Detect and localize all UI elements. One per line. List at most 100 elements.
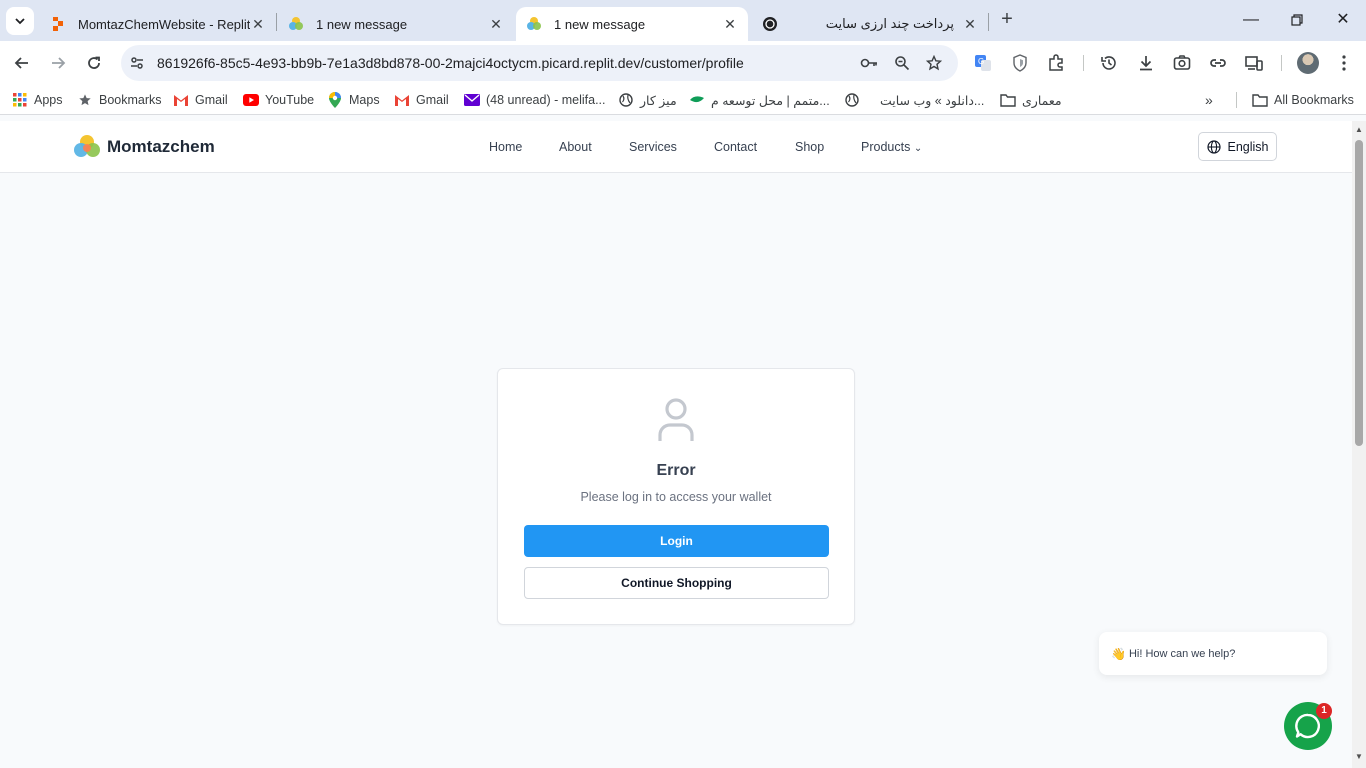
browser-toolbar: 861926f6-85c5-4e93-bb9b-7e1a3d8bd878-00-…: [0, 41, 1366, 85]
reload-button[interactable]: [81, 50, 107, 76]
nav-products-label: Products: [861, 140, 911, 154]
browser-tabstrip: MomtazChemWebsite - Replit ✕ 1 new messa…: [0, 0, 1366, 41]
chevron-down-icon: ⌄: [913, 143, 923, 154]
maps-pin-icon: [327, 92, 343, 108]
forward-button[interactable]: [45, 50, 71, 76]
new-tab-button[interactable]: +: [996, 9, 1018, 31]
svg-text:G: G: [978, 57, 984, 66]
all-bookmarks[interactable]: All Bookmarks: [1252, 91, 1354, 109]
bookmark-desk[interactable]: میز کار: [618, 91, 677, 109]
menu-icon[interactable]: [1334, 53, 1354, 73]
arrow-left-icon: [14, 57, 28, 69]
bookmark-maps[interactable]: Maps: [327, 91, 380, 109]
bookmark-gmail[interactable]: Gmail: [173, 91, 228, 109]
brand-name: Momtazchem: [107, 137, 215, 156]
tab-search-button[interactable]: [6, 7, 34, 35]
nav-services[interactable]: Services: [629, 140, 677, 154]
history-icon[interactable]: [1099, 53, 1119, 73]
tab-divider: [276, 13, 277, 31]
folder-icon: [1252, 92, 1268, 108]
bookmark-label: (48 unread) - melifa...: [486, 93, 606, 107]
bookmark-label: Gmail: [416, 93, 449, 107]
link-icon[interactable]: [1208, 53, 1228, 73]
restore-button[interactable]: [1285, 8, 1309, 32]
tab-message-1[interactable]: 1 new message ✕: [278, 7, 514, 41]
bookmark-label: Gmail: [195, 93, 228, 107]
momtazchem-favicon: [289, 17, 303, 30]
bookmark-folder-architecture[interactable]: معماری: [1000, 91, 1062, 109]
bookmark-download[interactable]: دانلود » وب سایت...: [844, 91, 984, 109]
bookmark-bookmarks[interactable]: Bookmarks: [77, 91, 162, 109]
globe-icon: [618, 92, 634, 108]
zoom-icon[interactable]: [892, 53, 912, 73]
bookmark-label: YouTube: [265, 93, 315, 107]
site-logo[interactable]: Momtazchem: [74, 134, 215, 160]
tab-title: 1 new message: [316, 16, 408, 32]
url-text[interactable]: 861926f6-85c5-4e93-bb9b-7e1a3d8bd878-00-…: [157, 55, 744, 71]
close-icon[interactable]: ✕: [962, 16, 978, 33]
tab-title: پرداخت چند ارزی سایت: [825, 16, 954, 31]
nav-contact[interactable]: Contact: [714, 140, 757, 154]
nav-products[interactable]: Products ⌄: [861, 140, 922, 154]
back-button[interactable]: [9, 50, 35, 76]
user-icon: [658, 398, 694, 441]
restore-icon: [1291, 14, 1303, 26]
scroll-thumb[interactable]: [1355, 140, 1363, 446]
key-icon[interactable]: [859, 53, 879, 73]
language-selector[interactable]: English: [1198, 132, 1277, 161]
close-window-button[interactable]: ✕: [1331, 8, 1355, 32]
tab-title: MomtazChemWebsite - Replit: [78, 16, 250, 32]
chat-greeting-text: Hi! How can we help?: [1128, 647, 1236, 660]
more-bookmarks-button[interactable]: »: [1205, 91, 1213, 109]
folder-icon: [1000, 92, 1016, 108]
bookmarks-bar: Apps Bookmarks Gmail YouTube Maps Gmail: [0, 85, 1366, 115]
page-scrollbar[interactable]: ▲ ▼: [1352, 121, 1366, 768]
close-icon[interactable]: ✕: [722, 16, 738, 33]
translate-icon[interactable]: G: [973, 53, 993, 73]
toolbar-divider: [1083, 55, 1084, 71]
download-icon[interactable]: [1136, 53, 1156, 73]
tab-title: 1 new message: [554, 16, 646, 32]
scroll-down-arrow-icon[interactable]: ▼: [1355, 752, 1363, 761]
momtazchem-favicon: [527, 17, 541, 30]
toolbar-divider: [1281, 55, 1282, 71]
waving-hand-icon: 👋: [1111, 646, 1126, 661]
profile-avatar[interactable]: [1297, 52, 1319, 74]
youtube-icon: [243, 92, 259, 108]
nav-shop[interactable]: Shop: [795, 140, 824, 154]
site-settings-icon[interactable]: [127, 53, 147, 73]
login-button[interactable]: Login: [524, 525, 829, 557]
nav-home[interactable]: Home: [489, 140, 522, 154]
reload-icon: [88, 56, 100, 69]
site-header: Momtazchem Home About Services Contact S…: [0, 121, 1352, 173]
shield-icon[interactable]: [1010, 53, 1030, 73]
bookmark-label: دانلود » وب سایت...: [880, 93, 985, 108]
screenshot-icon[interactable]: [1172, 53, 1192, 73]
all-bookmarks-label: All Bookmarks: [1274, 93, 1354, 107]
globe-icon: [844, 92, 860, 108]
language-label: English: [1227, 139, 1269, 154]
close-icon[interactable]: ✕: [488, 16, 504, 33]
devices-icon[interactable]: [1244, 53, 1264, 73]
error-message: Please log in to access your wallet: [580, 490, 772, 504]
address-bar[interactable]: 861926f6-85c5-4e93-bb9b-7e1a3d8bd878-00-…: [121, 45, 958, 81]
minimize-button[interactable]: —: [1239, 8, 1263, 32]
star-icon[interactable]: [924, 53, 944, 73]
bookmark-motamem[interactable]: متمم | محل توسعه م...: [689, 91, 830, 109]
continue-shopping-button[interactable]: Continue Shopping: [524, 567, 829, 599]
scroll-up-arrow-icon[interactable]: ▲: [1355, 125, 1363, 134]
bookmark-yahoo-mail[interactable]: (48 unread) - melifa...: [464, 91, 606, 109]
bookmark-gmail-2[interactable]: Gmail: [394, 91, 449, 109]
tab-replit[interactable]: MomtazChemWebsite - Replit ✕: [40, 7, 276, 41]
chat-greeting-bubble[interactable]: 👋 Hi! How can we help?: [1099, 632, 1327, 675]
tab-chatgpt[interactable]: پرداخت چند ارزی سایت ✕: [752, 7, 988, 41]
bookmark-youtube[interactable]: YouTube: [243, 91, 314, 109]
extensions-icon[interactable]: [1046, 53, 1066, 73]
error-card: Error Please log in to access your walle…: [497, 368, 855, 625]
nav-about[interactable]: About: [559, 140, 592, 154]
chat-unread-badge: 1: [1316, 703, 1332, 719]
openai-icon: [763, 17, 777, 31]
tab-message-active[interactable]: 1 new message ✕: [516, 7, 748, 41]
bookmark-apps[interactable]: Apps: [12, 91, 63, 109]
close-icon[interactable]: ✕: [250, 16, 266, 33]
